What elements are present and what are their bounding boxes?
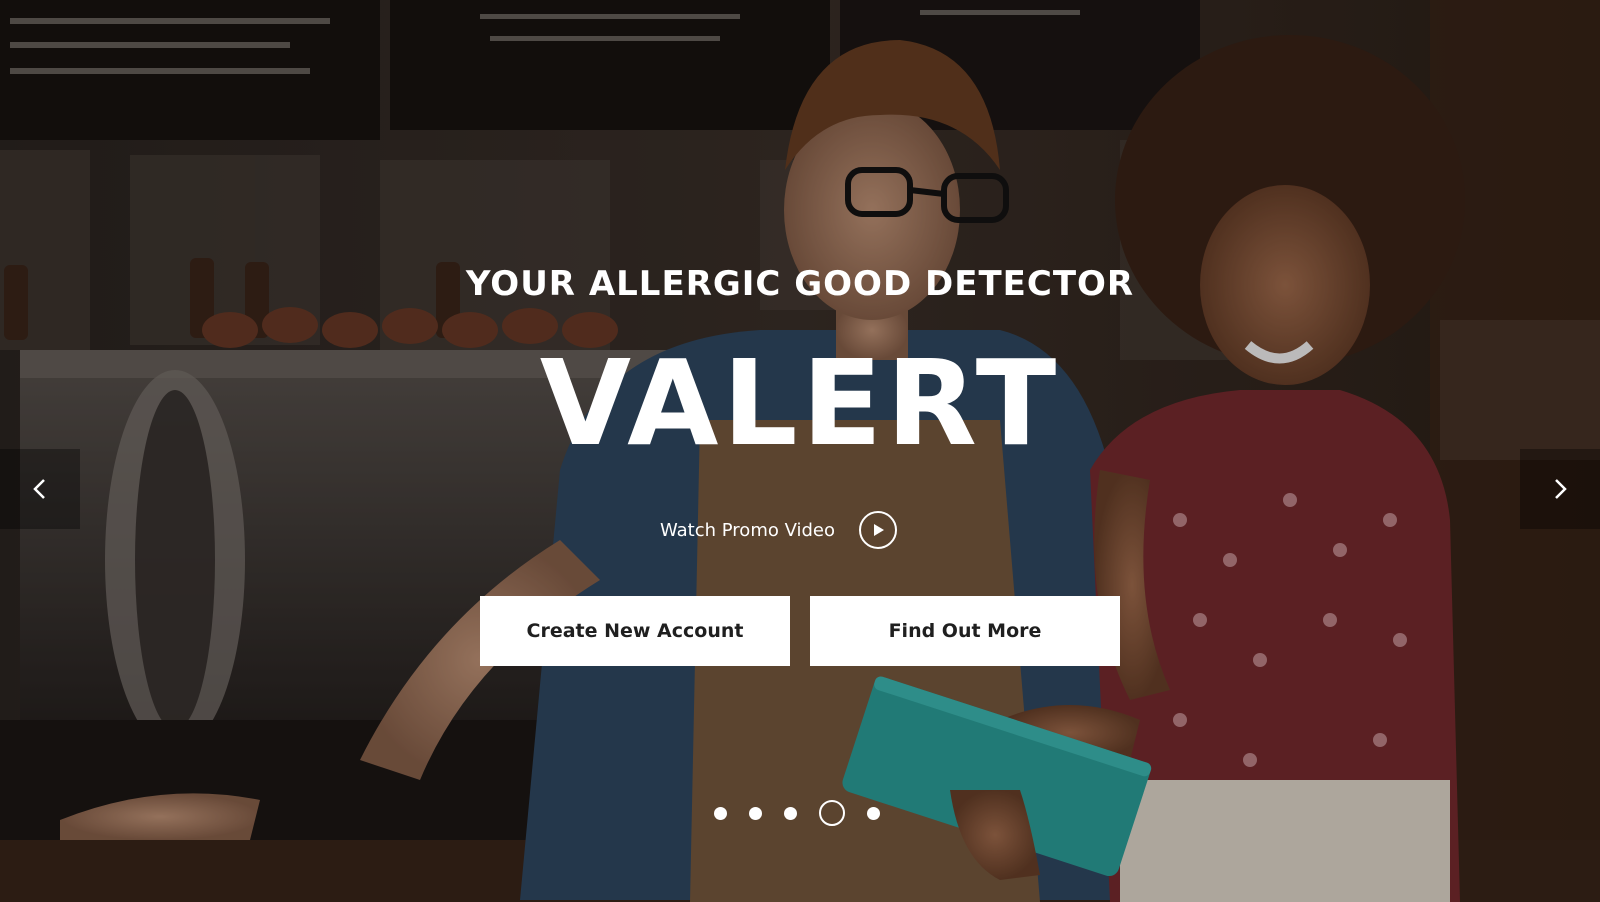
carousel-dot-3[interactable] [784,806,797,820]
carousel-pagination [714,800,880,826]
carousel-dot-1[interactable] [714,806,727,820]
hero-slider: YOUR ALLERGIC GOOD DETECTOR VALERT Watch… [0,0,1600,902]
hero-tagline: YOUR ALLERGIC GOOD DETECTOR [465,264,1135,304]
promo-video-label: Watch Promo Video [660,519,836,541]
hero-brand-title: VALERT [539,334,1061,472]
carousel-dot-2[interactable] [749,806,762,820]
play-icon [874,524,885,536]
carousel-prev-button[interactable] [0,449,80,529]
carousel-dot-5[interactable] [867,806,880,820]
watch-promo-video-link[interactable]: Watch Promo Video [660,508,898,552]
create-new-account-button[interactable]: Create New Account [480,596,790,666]
play-button[interactable] [859,511,898,549]
find-out-more-button[interactable]: Find Out More [810,596,1120,666]
chevron-left-icon [33,479,45,499]
hero-content: YOUR ALLERGIC GOOD DETECTOR VALERT Watch… [0,0,1600,902]
carousel-next-button[interactable] [1520,449,1600,529]
chevron-right-icon [1555,479,1567,499]
carousel-dot-4-active[interactable] [819,800,845,826]
